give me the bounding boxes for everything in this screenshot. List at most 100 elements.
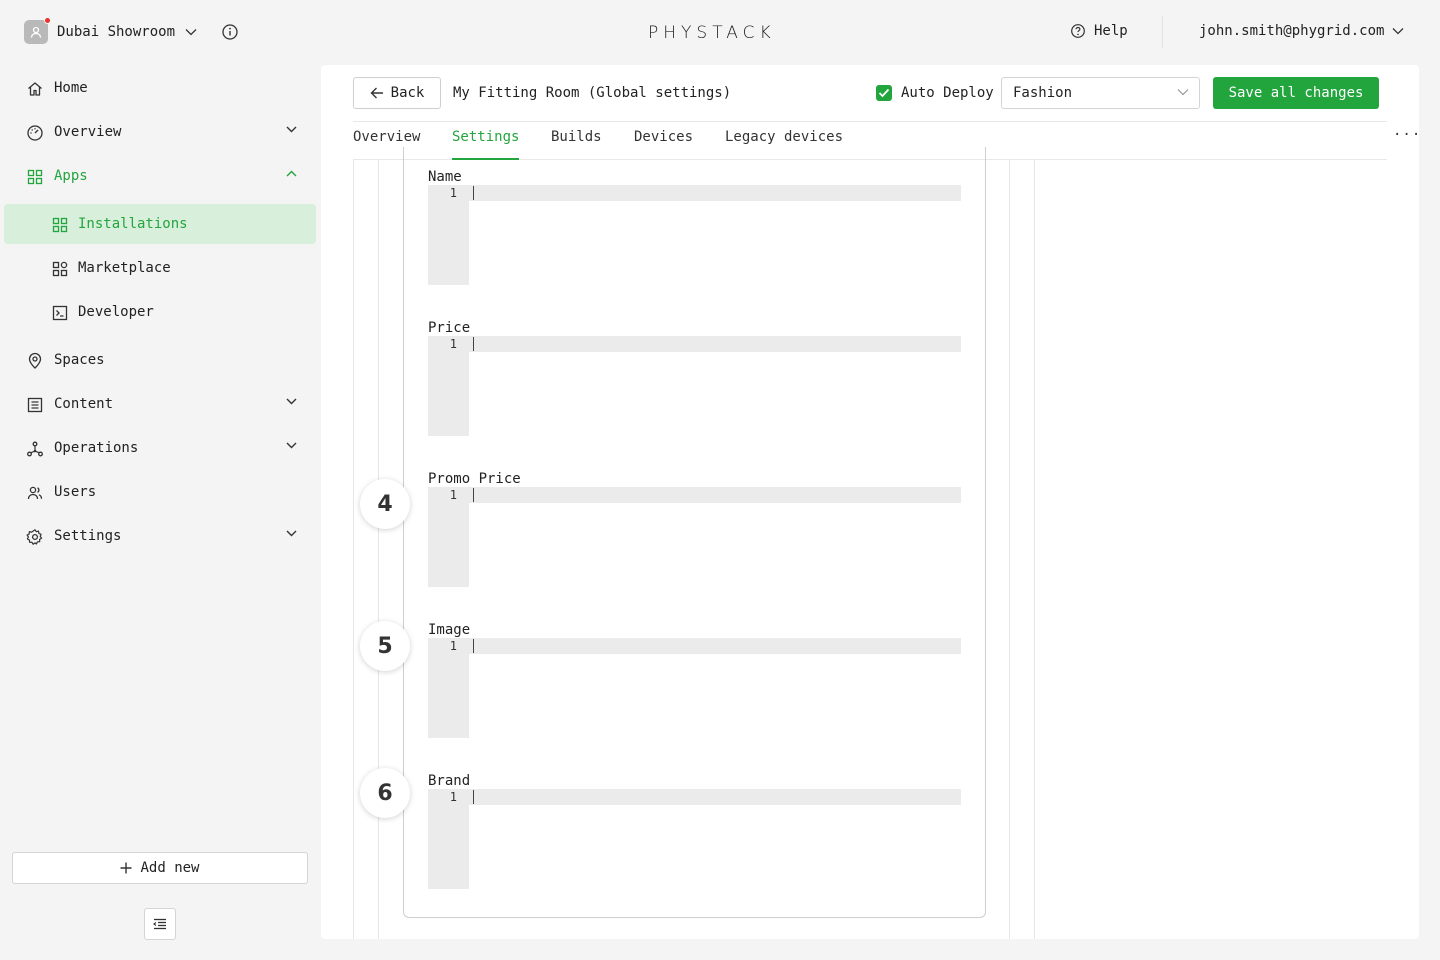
sidebar-item-overview[interactable]: Overview	[4, 112, 316, 152]
sidebar-item-home[interactable]: Home	[4, 68, 316, 108]
chevron-down-icon	[286, 398, 297, 405]
help-button[interactable]: Help	[1070, 23, 1128, 39]
line-number: 1	[449, 790, 457, 804]
add-new-button[interactable]: Add new	[12, 852, 308, 884]
arrow-left-icon	[370, 87, 383, 99]
collapse-sidebar-button[interactable]	[144, 908, 176, 940]
sidebar-item-users[interactable]: Users	[4, 472, 316, 512]
page-title: My Fitting Room (Global settings)	[453, 85, 732, 101]
sidebar-item-label: Spaces	[54, 352, 105, 368]
back-label: Back	[390, 85, 425, 101]
sidebar-item-label: Home	[54, 80, 88, 96]
sidebar-item-spaces[interactable]: Spaces	[4, 340, 316, 380]
marketplace-icon	[51, 260, 69, 278]
field-label: Price	[428, 320, 471, 336]
editor-active-line	[469, 487, 961, 503]
chevron-down-icon	[1177, 88, 1189, 96]
gear-icon	[26, 528, 44, 546]
divider	[1034, 160, 1035, 939]
sidebar-item-label: Settings	[54, 528, 122, 544]
sidebar-item-label: Developer	[78, 304, 154, 320]
editor-active-line	[469, 789, 961, 805]
text-cursor	[473, 488, 474, 502]
chevron-down-icon	[1392, 28, 1404, 35]
user-menu[interactable]: john.smith@phygrid.com	[1199, 23, 1404, 39]
line-number: 1	[449, 186, 457, 200]
sidebar-item-content[interactable]: Content	[4, 384, 316, 424]
chevron-down-icon	[185, 28, 197, 36]
sidebar-item-apps[interactable]: Apps	[4, 156, 316, 196]
editor-active-line	[469, 336, 961, 352]
add-new-label: Add new	[140, 860, 200, 876]
text-cursor	[473, 186, 474, 200]
text-cursor	[473, 337, 474, 351]
step-marker: 6	[360, 768, 410, 818]
content-list-icon	[26, 396, 44, 414]
line-number: 1	[449, 337, 457, 351]
org-name: Dubai Showroom	[57, 24, 176, 40]
field-label: Name	[428, 169, 462, 185]
info-icon[interactable]	[221, 23, 239, 41]
auto-deploy-checkbox[interactable]: Auto Deploy	[876, 85, 994, 101]
step-marker: 5	[360, 621, 410, 671]
divider	[378, 160, 379, 939]
logo: PHYSTACK	[648, 23, 776, 43]
chevron-down-icon	[286, 126, 297, 133]
sidebar-item-label: Installations	[78, 216, 188, 232]
divider	[1162, 16, 1163, 48]
page-header: Back My Fitting Room (Global settings) A…	[321, 65, 1419, 121]
user-icon	[30, 26, 42, 38]
line-number: 1	[449, 639, 457, 653]
users-icon	[26, 484, 44, 502]
code-editor[interactable]: 1	[428, 638, 961, 738]
code-editor[interactable]: 1	[428, 336, 961, 436]
field-label: Promo Price	[428, 471, 521, 487]
sidebar-item-operations[interactable]: Operations	[4, 428, 316, 468]
sidebar: Home Overview Apps Installations Marketp…	[0, 64, 320, 960]
category-select[interactable]: Fashion	[1001, 77, 1200, 109]
sidebar-item-installations[interactable]: Installations	[4, 204, 316, 244]
sidebar-item-label: Marketplace	[78, 260, 171, 276]
line-number: 1	[449, 488, 457, 502]
user-email: john.smith@phygrid.com	[1199, 23, 1385, 39]
sidebar-item-label: Users	[54, 484, 97, 500]
more-options-icon[interactable]: ···	[1393, 127, 1419, 143]
org-avatar	[24, 17, 51, 44]
main-panel: Back My Fitting Room (Global settings) A…	[321, 65, 1419, 939]
text-cursor	[473, 790, 474, 804]
notification-dot	[44, 17, 51, 24]
sidebar-item-settings[interactable]: Settings	[4, 516, 316, 556]
field-label: Brand	[428, 773, 471, 789]
chevron-down-icon	[286, 530, 297, 537]
location-pin-icon	[26, 352, 44, 370]
chevron-down-icon	[286, 442, 297, 449]
sidebar-item-label: Operations	[54, 440, 139, 456]
editor-active-line	[469, 638, 961, 654]
divider	[1009, 160, 1010, 939]
save-all-changes-button[interactable]: Save all changes	[1213, 77, 1379, 109]
auto-deploy-label: Auto Deploy	[901, 85, 994, 101]
sidebar-item-label: Overview	[54, 124, 122, 140]
apps-grid-icon	[51, 216, 69, 234]
sidebar-item-marketplace[interactable]: Marketplace	[4, 248, 316, 288]
help-icon	[1071, 24, 1085, 38]
text-cursor	[473, 639, 474, 653]
back-button[interactable]: Back	[353, 77, 441, 109]
network-icon	[26, 440, 44, 458]
home-icon	[26, 80, 44, 98]
code-editor[interactable]: 1	[428, 185, 961, 285]
editor-active-line	[469, 185, 961, 201]
select-value: Fashion	[1013, 85, 1073, 101]
gauge-icon	[26, 124, 44, 142]
sidebar-item-developer[interactable]: Developer	[4, 292, 316, 332]
collapse-menu-icon	[153, 918, 166, 930]
apps-grid-icon	[26, 168, 44, 186]
sidebar-item-label: Content	[54, 396, 114, 412]
top-bar: Dubai Showroom PHYSTACK Help john.smith@…	[0, 0, 1440, 64]
checkbox-checked-icon	[876, 85, 892, 101]
field-label: Image	[428, 622, 471, 638]
org-switcher[interactable]: Dubai Showroom	[24, 17, 197, 44]
code-editor[interactable]: 1	[428, 789, 961, 889]
code-editor[interactable]: 1	[428, 487, 961, 587]
plus-icon	[120, 862, 132, 874]
